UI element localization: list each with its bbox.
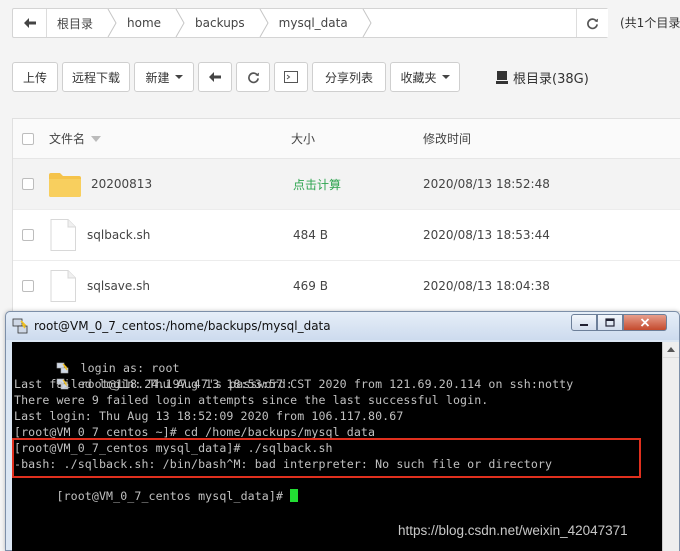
terminal-icon — [284, 71, 298, 83]
chevron-up-icon — [667, 347, 675, 352]
terminal-title: root@VM_0_7_centos:/home/backups/mysql_d… — [34, 319, 331, 333]
file-size: 469 B — [293, 279, 328, 293]
breadcrumb-item-root[interactable]: 根目录 — [47, 9, 107, 37]
favorites-button-label: 收藏夹 — [400, 70, 437, 85]
new-button-label: 新建 — [145, 70, 170, 85]
breadcrumb-item-home[interactable]: home — [117, 9, 175, 37]
row-checkbox[interactable] — [22, 229, 34, 241]
select-all-checkbox[interactable] — [22, 132, 34, 145]
minimize-icon — [580, 323, 588, 326]
row-checkbox[interactable] — [22, 178, 34, 190]
file-manager: 根目录 home backups mysql_data (共1个目录 上传 远程… — [0, 0, 680, 320]
file-name[interactable]: sqlback.sh — [49, 219, 150, 251]
refresh-button[interactable] — [236, 62, 270, 92]
header-name[interactable]: 文件名 — [49, 130, 102, 147]
terminal-line: There were 9 failed login attempts since… — [14, 393, 489, 407]
toolbar: 上传 远程下载 新建 分享列表 收藏夹 — [12, 62, 464, 92]
file-name-label: sqlsave.sh — [87, 279, 150, 293]
terminal-line: Last failed login: Thu Aug 13 18:53:57 C… — [14, 377, 574, 391]
breadcrumb-item-mysql-data[interactable]: mysql_data — [269, 9, 362, 37]
row-checkbox[interactable] — [22, 280, 34, 292]
watermark: https://blog.csdn.net/weixin_42047371 — [398, 523, 628, 538]
scroll-up-button[interactable] — [663, 342, 679, 358]
breadcrumb-separator — [362, 9, 372, 37]
terminal-line: login as: root — [14, 344, 180, 375]
window-controls — [571, 314, 667, 331]
header-name-label: 文件名 — [49, 132, 86, 146]
breadcrumb-item-backups[interactable]: backups — [185, 9, 259, 37]
file-icon — [50, 270, 76, 302]
arrow-left-icon — [23, 18, 36, 28]
directory-count: (共1个目录 — [620, 16, 680, 30]
caret-down-icon — [441, 75, 450, 79]
file-name-label: sqlback.sh — [87, 228, 151, 242]
putty-icon — [12, 318, 28, 334]
table-row[interactable]: 20200813 点击计算 2020/08/13 18:52:48 — [13, 159, 680, 210]
table-header: 文件名 大小 修改时间 — [13, 119, 680, 159]
terminal-cursor — [290, 489, 299, 502]
remote-download-button[interactable]: 远程下载 — [62, 62, 130, 92]
terminal-scrollbar[interactable] — [662, 342, 679, 551]
refresh-icon — [247, 71, 259, 83]
header-size[interactable]: 大小 — [291, 130, 315, 147]
path-refresh-button[interactable] — [576, 9, 608, 37]
breadcrumb-separator — [175, 9, 185, 37]
table-row[interactable]: sqlsave.sh 469 B 2020/08/13 18:04:38 — [13, 261, 680, 312]
share-list-button[interactable]: 分享列表 — [312, 62, 386, 92]
terminal-line: Last login: Thu Aug 13 18:52:09 2020 fro… — [14, 409, 404, 423]
file-name-label: 20200813 — [91, 177, 153, 191]
error-highlight-box — [12, 438, 641, 478]
back-button[interactable] — [13, 9, 47, 37]
upload-button[interactable]: 上传 — [12, 62, 58, 92]
file-size: 484 B — [293, 228, 328, 242]
terminal-window: root@VM_0_7_centos:/home/backups/mysql_d… — [5, 311, 680, 551]
terminal-line: root@118.24.197.47's password: — [14, 360, 293, 391]
modified-time: 2020/08/13 18:52:48 — [423, 177, 550, 191]
file-name[interactable]: sqlsave.sh — [49, 270, 150, 302]
disk-icon — [496, 71, 508, 84]
refresh-icon — [587, 17, 599, 29]
disk-indicator: 根目录(38G) — [496, 68, 589, 87]
disk-label: 根目录(38G) — [513, 72, 589, 87]
terminal-titlebar[interactable]: root@VM_0_7_centos:/home/backups/mysql_d… — [6, 312, 679, 340]
terminal-screen[interactable]: login as: root root@118.24.197.47's pass… — [12, 342, 662, 551]
maximize-icon — [605, 318, 615, 327]
file-icon — [50, 219, 76, 251]
favorites-button[interactable]: 收藏夹 — [390, 62, 460, 92]
breadcrumb: 根目录 home backups mysql_data — [12, 8, 608, 38]
caret-down-icon — [174, 75, 183, 79]
arrow-left-icon — [209, 72, 221, 82]
close-button[interactable] — [623, 314, 667, 331]
close-icon — [640, 318, 650, 327]
terminal-button[interactable] — [274, 62, 308, 92]
breadcrumb-separator — [259, 9, 269, 37]
calculate-size-link[interactable]: 点击计算 — [293, 176, 341, 193]
sort-caret-icon — [91, 135, 102, 142]
modified-time: 2020/08/13 18:53:44 — [423, 228, 550, 242]
header-modified[interactable]: 修改时间 — [423, 130, 471, 147]
file-name[interactable]: 20200813 — [49, 171, 152, 197]
back-toolbar-button[interactable] — [198, 62, 232, 92]
terminal-line-text: [root@VM_0_7_centos mysql_data]# — [56, 489, 291, 503]
new-button[interactable]: 新建 — [134, 62, 194, 92]
breadcrumb-separator — [107, 9, 117, 37]
minimize-button[interactable] — [571, 314, 597, 331]
modified-time: 2020/08/13 18:04:38 — [423, 279, 550, 293]
table-row[interactable]: sqlback.sh 484 B 2020/08/13 18:53:44 — [13, 210, 680, 261]
folder-icon — [49, 173, 81, 197]
maximize-button[interactable] — [597, 314, 623, 331]
file-table: 文件名 大小 修改时间 20200813 点击计算 2020/08/13 18:… — [12, 118, 680, 320]
